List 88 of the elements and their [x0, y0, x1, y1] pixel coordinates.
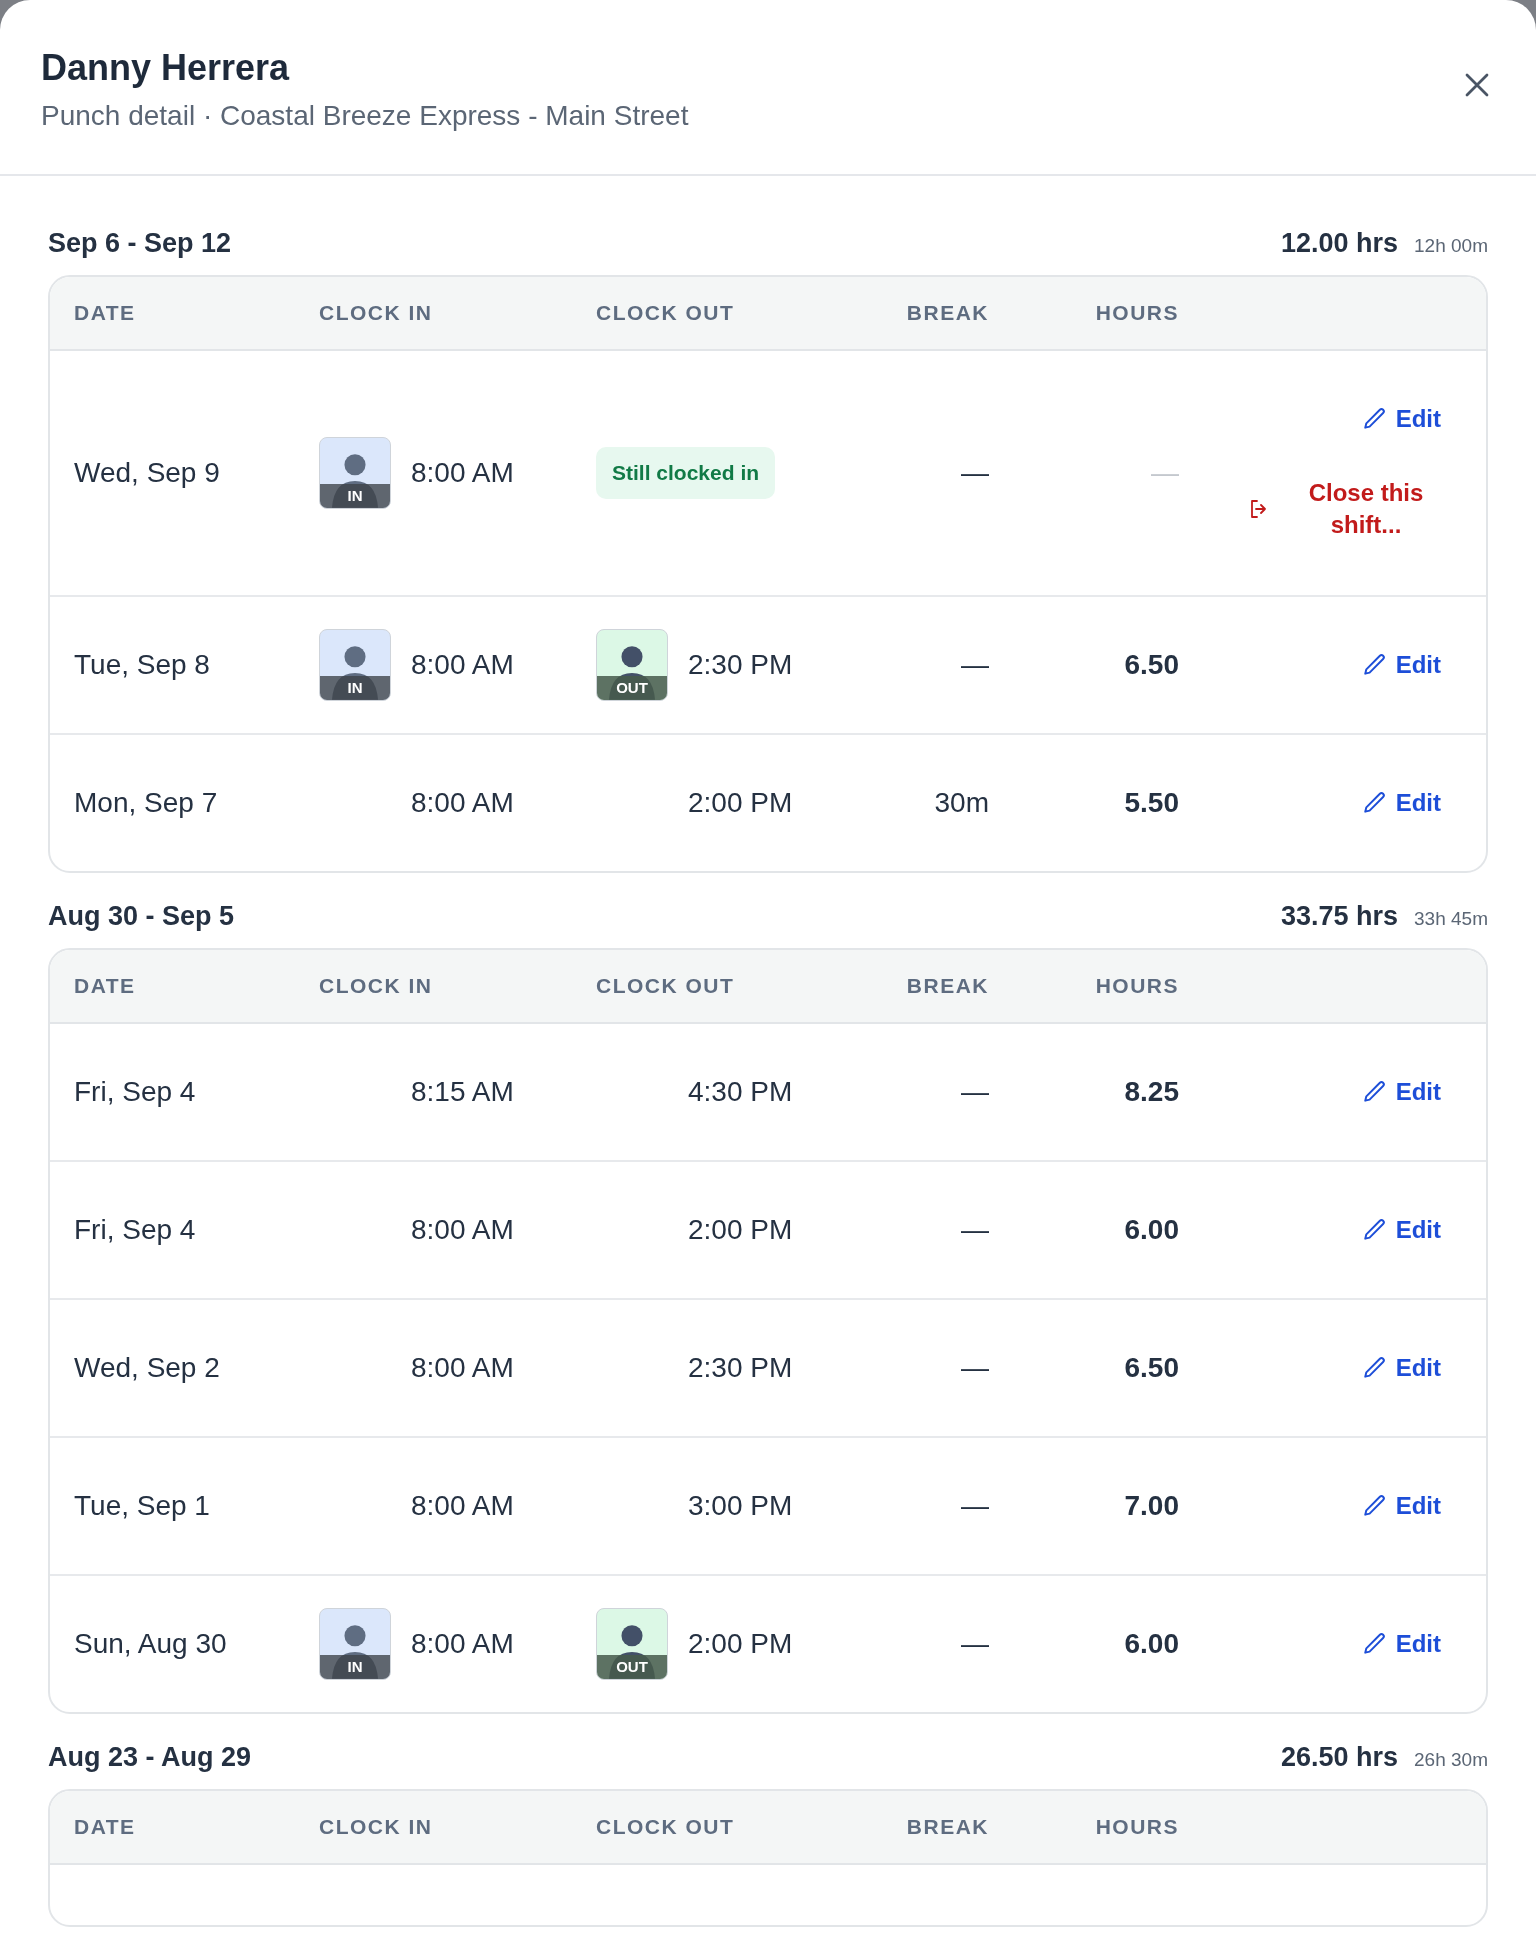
time-cell: 8:15 AM: [411, 1076, 514, 1108]
break-cell: —: [961, 457, 989, 488]
week-total-hours: 12.00 hrs: [1280, 228, 1399, 259]
week-total-duration: 26h 30m: [1414, 1749, 1488, 1771]
break-cell: 30m: [934, 787, 989, 818]
break-cell: —: [961, 1628, 989, 1659]
time-cell: 8:00 AM: [411, 649, 514, 681]
edit-link[interactable]: Edit: [1361, 1216, 1441, 1244]
date-cell-text: Fri, Sep 4: [74, 1076, 197, 1108]
pencil-icon: [1361, 1079, 1388, 1105]
column-header: BREAK: [905, 1815, 989, 1839]
pencil-icon: [1361, 652, 1388, 678]
hours-cell: 6.50: [1124, 649, 1179, 680]
hours-cell: 7.00: [1124, 1490, 1179, 1521]
pencil-icon: [1361, 790, 1388, 816]
column-header: DATE: [74, 1815, 137, 1839]
column-header: CLOCK IN: [319, 1815, 434, 1839]
time-cell: 8:00 AM: [411, 1352, 514, 1384]
column-header: HOURS: [1094, 301, 1179, 325]
week-range: Aug 30 - Sep 5: [48, 901, 235, 932]
time-cell: 2:30 PM: [688, 649, 793, 681]
photo-label: OUT: [597, 1655, 667, 1679]
date-cell-text: Sun, Aug 30: [74, 1628, 228, 1660]
edit-link[interactable]: Edit: [1361, 1492, 1441, 1520]
pencil-icon: [1361, 1217, 1388, 1243]
time-cell: 8:00 AM: [411, 1214, 514, 1246]
edit-link[interactable]: Edit: [1361, 1354, 1441, 1382]
hours-cell: —: [1151, 457, 1179, 488]
close-shift-link[interactable]: Close this shift...: [1247, 477, 1431, 541]
date-cell-text: Mon, Sep 7: [74, 787, 219, 819]
photo-label: IN: [320, 676, 390, 700]
column-header: DATE: [74, 974, 137, 998]
photo-label: IN: [320, 484, 390, 508]
time-cell: 8:00 AM: [411, 1628, 514, 1660]
hours-cell: 6.50: [1124, 1352, 1179, 1383]
time-cell: 2:00 PM: [688, 787, 793, 819]
edit-link[interactable]: Edit: [1361, 789, 1441, 817]
time-cell: 2:00 PM: [688, 1214, 793, 1246]
column-header: BREAK: [905, 974, 989, 998]
time-cell: 4:30 PM: [688, 1076, 793, 1108]
date-cell-text: Tue, Sep 8: [74, 649, 211, 681]
edit-link[interactable]: Edit: [1361, 651, 1441, 679]
time-cell: 2:30 PM: [688, 1352, 793, 1384]
edit-link[interactable]: Edit: [1361, 1630, 1441, 1658]
photo-label: OUT: [597, 676, 667, 700]
week-total-hours: 26.50 hrs: [1280, 1742, 1399, 1773]
column-header: DATE: [74, 301, 137, 325]
break-cell: —: [961, 1214, 989, 1245]
employee-name: Danny Herrera: [41, 46, 291, 90]
column-header: CLOCK IN: [319, 301, 434, 325]
pencil-icon: [1361, 1355, 1388, 1381]
column-header: CLOCK IN: [319, 974, 434, 998]
time-cell: 2:00 PM: [688, 1628, 793, 1660]
time-cell: 8:00 AM: [411, 457, 514, 489]
column-header: BREAK: [905, 301, 989, 325]
column-header: CLOCK OUT: [596, 974, 736, 998]
pencil-icon: [1361, 406, 1388, 432]
date-cell-text: Wed, Sep 9: [74, 457, 221, 489]
hours-cell: 8.25: [1124, 1076, 1179, 1107]
punch-detail-subtitle: Punch detail · Coastal Breeze Express - Main Street: [41, 99, 689, 133]
time-cell: 8:00 AM: [411, 1490, 514, 1522]
break-cell: —: [961, 1076, 989, 1107]
status-badge: Still clocked in: [596, 447, 776, 499]
week-range: Sep 6 - Sep 12: [48, 228, 232, 259]
break-cell: —: [961, 1490, 989, 1521]
column-header: HOURS: [1094, 1815, 1179, 1839]
edit-link[interactable]: Edit: [1361, 1078, 1441, 1106]
date-cell-text: Tue, Sep 1: [74, 1490, 211, 1522]
date-cell-text: Wed, Sep 2: [74, 1352, 221, 1384]
hours-cell: 5.50: [1124, 787, 1179, 818]
time-cell: 8:00 AM: [411, 787, 514, 819]
column-header: CLOCK OUT: [596, 1815, 736, 1839]
week-total-duration: 12h 00m: [1414, 235, 1488, 257]
week-range: Aug 23 - Aug 29: [48, 1742, 252, 1773]
pencil-icon: [1361, 1631, 1388, 1657]
pencil-icon: [1361, 1493, 1388, 1519]
week-total-hours: 33.75 hrs: [1280, 901, 1399, 932]
photo-label: IN: [320, 1655, 390, 1679]
break-cell: —: [961, 1352, 989, 1383]
date-cell-text: Fri, Sep 4: [74, 1214, 197, 1246]
time-cell: 3:00 PM: [688, 1490, 793, 1522]
column-header: CLOCK OUT: [596, 301, 736, 325]
week-total-duration: 33h 45m: [1414, 908, 1488, 930]
column-header: HOURS: [1094, 974, 1179, 998]
hours-cell: 6.00: [1124, 1214, 1179, 1245]
hours-cell: 6.00: [1124, 1628, 1179, 1659]
edit-link[interactable]: Edit: [1361, 405, 1441, 433]
break-cell: —: [961, 649, 989, 680]
